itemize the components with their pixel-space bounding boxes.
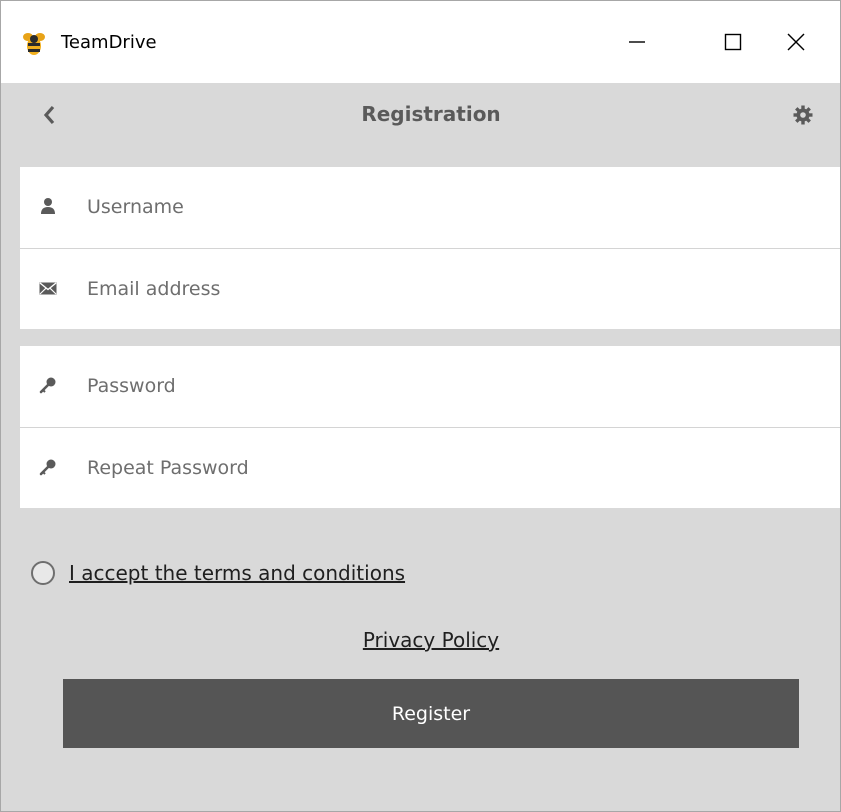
register-button[interactable]: Register — [63, 679, 799, 748]
app-window: TeamDrive Registration Username Email ad… — [0, 0, 841, 812]
email-input[interactable] — [87, 267, 807, 311]
minimize-button[interactable] — [593, 1, 681, 83]
password-fields-group — [20, 346, 840, 508]
password-input[interactable] — [87, 364, 807, 408]
privacy-row: Privacy Policy — [1, 628, 840, 652]
maximize-icon — [724, 33, 742, 51]
terms-row: I accept the terms and conditions — [31, 558, 405, 588]
window-title: TeamDrive — [61, 32, 157, 53]
close-icon — [787, 33, 805, 51]
page-title: Registration — [361, 102, 501, 126]
account-fields-group — [20, 167, 840, 329]
username-field — [20, 167, 840, 248]
page-header: Registration — [1, 83, 840, 146]
repeat-password-input[interactable] — [87, 446, 807, 490]
password-field — [20, 346, 840, 427]
username-input[interactable] — [87, 185, 807, 229]
gear-icon — [793, 105, 813, 125]
key-icon — [38, 374, 58, 396]
envelope-icon — [38, 277, 58, 299]
terms-radio[interactable] — [31, 561, 55, 585]
minimize-icon — [629, 41, 645, 43]
user-icon — [38, 195, 58, 217]
title-bar: TeamDrive — [1, 1, 840, 83]
privacy-policy-link[interactable]: Privacy Policy — [363, 628, 499, 652]
repeat-password-field — [20, 427, 840, 508]
terms-link[interactable]: I accept the terms and conditions — [69, 561, 405, 585]
email-field — [20, 248, 840, 329]
settings-button[interactable] — [790, 102, 816, 128]
key-icon — [38, 456, 58, 478]
teamdrive-bee-icon — [21, 31, 47, 57]
close-button[interactable] — [752, 1, 840, 83]
